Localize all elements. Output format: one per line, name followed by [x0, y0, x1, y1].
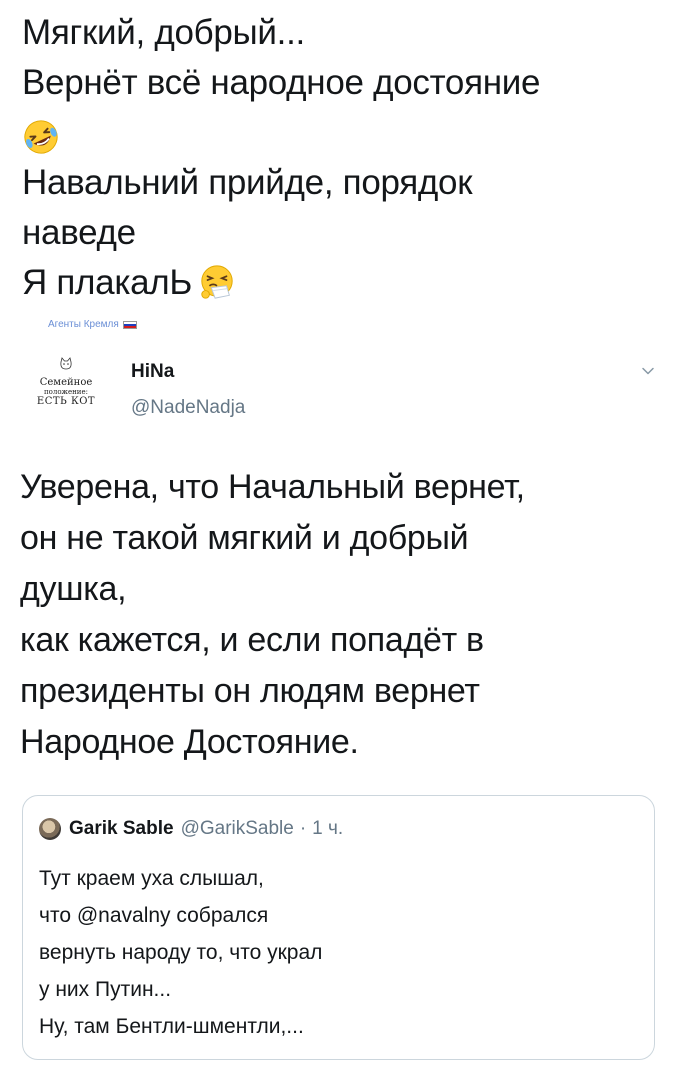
tweet-text-line: Уверена, что Начальный вернет, — [20, 468, 525, 506]
avatar-text-line: положение: — [44, 388, 88, 396]
rolling-laughing-emoji-icon — [24, 120, 58, 154]
tweet-text-line: Народное Достояние. — [20, 723, 359, 761]
top-post-line: Вернёт всё народное достояние — [22, 63, 541, 102]
quoted-user-handle: @GarikSable — [180, 818, 294, 839]
top-post-line: наведе — [22, 213, 136, 252]
chevron-down-icon[interactable] — [640, 363, 656, 379]
quoted-tweet-header: Garik Sable @GarikSable · 1 ч. — [39, 818, 343, 840]
quoted-tweet-text: Тут краем уха слышал, что @navalny собра… — [39, 860, 322, 1045]
tweet-text: Уверена, что Начальный вернет, он не так… — [20, 462, 665, 768]
quoted-avatar — [39, 818, 61, 840]
top-post-line: Навальний прийде, порядок — [22, 163, 473, 202]
quoted-text-line: вернуть народу то, что украл — [39, 941, 323, 964]
quoted-text-line: что @navalny собрался — [39, 904, 269, 927]
tweet-text-line: президенты он людям вернет — [20, 672, 480, 710]
sneezing-face-emoji-icon — [201, 265, 233, 299]
top-post-text: Мягкий, добрый... Вернёт всё народное до… — [22, 8, 662, 308]
tweet-text-line: как кажется, и если попадёт в — [20, 621, 484, 659]
cat-face-icon — [60, 357, 72, 370]
user-handle[interactable]: @NadeNadja — [131, 397, 245, 419]
quoted-display-name: Garik Sable — [69, 818, 174, 839]
avatar-text-line: ЕСТЬ КОТ — [36, 396, 96, 407]
top-post-line: Я плакалЬ — [22, 263, 193, 302]
caption-text: Агенты Кремля — [48, 319, 119, 330]
avatar-text-line: Семейное — [39, 377, 93, 388]
quoted-text-line: Ну, там Бентли-шментли,... — [39, 1015, 304, 1038]
quoted-text-line: Тут краем уха слышал, — [39, 867, 264, 890]
quoted-text-line: у них Путин... — [39, 978, 172, 1001]
avatar[interactable]: Семейное положение: ЕСТЬ КОТ — [36, 357, 96, 437]
tweet-header: Семейное положение: ЕСТЬ КОТ HiNa @NadeN… — [36, 357, 656, 437]
top-post-line: Мягкий, добрый... — [22, 13, 305, 52]
quoted-tweet-card[interactable]: Garik Sable @GarikSable · 1 ч. Тут краем… — [22, 795, 655, 1060]
quoted-timestamp: 1 ч. — [312, 818, 344, 839]
tweet-text-line: он не такой мягкий и добрый — [20, 519, 469, 557]
russian-flag-icon — [122, 320, 137, 329]
emoji-row — [22, 108, 662, 158]
quoted-separator: · — [299, 818, 307, 839]
top-post-last-line: Я плакалЬ — [22, 258, 662, 308]
channel-caption: Агенты Кремля — [48, 319, 137, 330]
display-name[interactable]: HiNa — [131, 361, 174, 383]
tweet-text-line: душка, — [20, 570, 127, 608]
